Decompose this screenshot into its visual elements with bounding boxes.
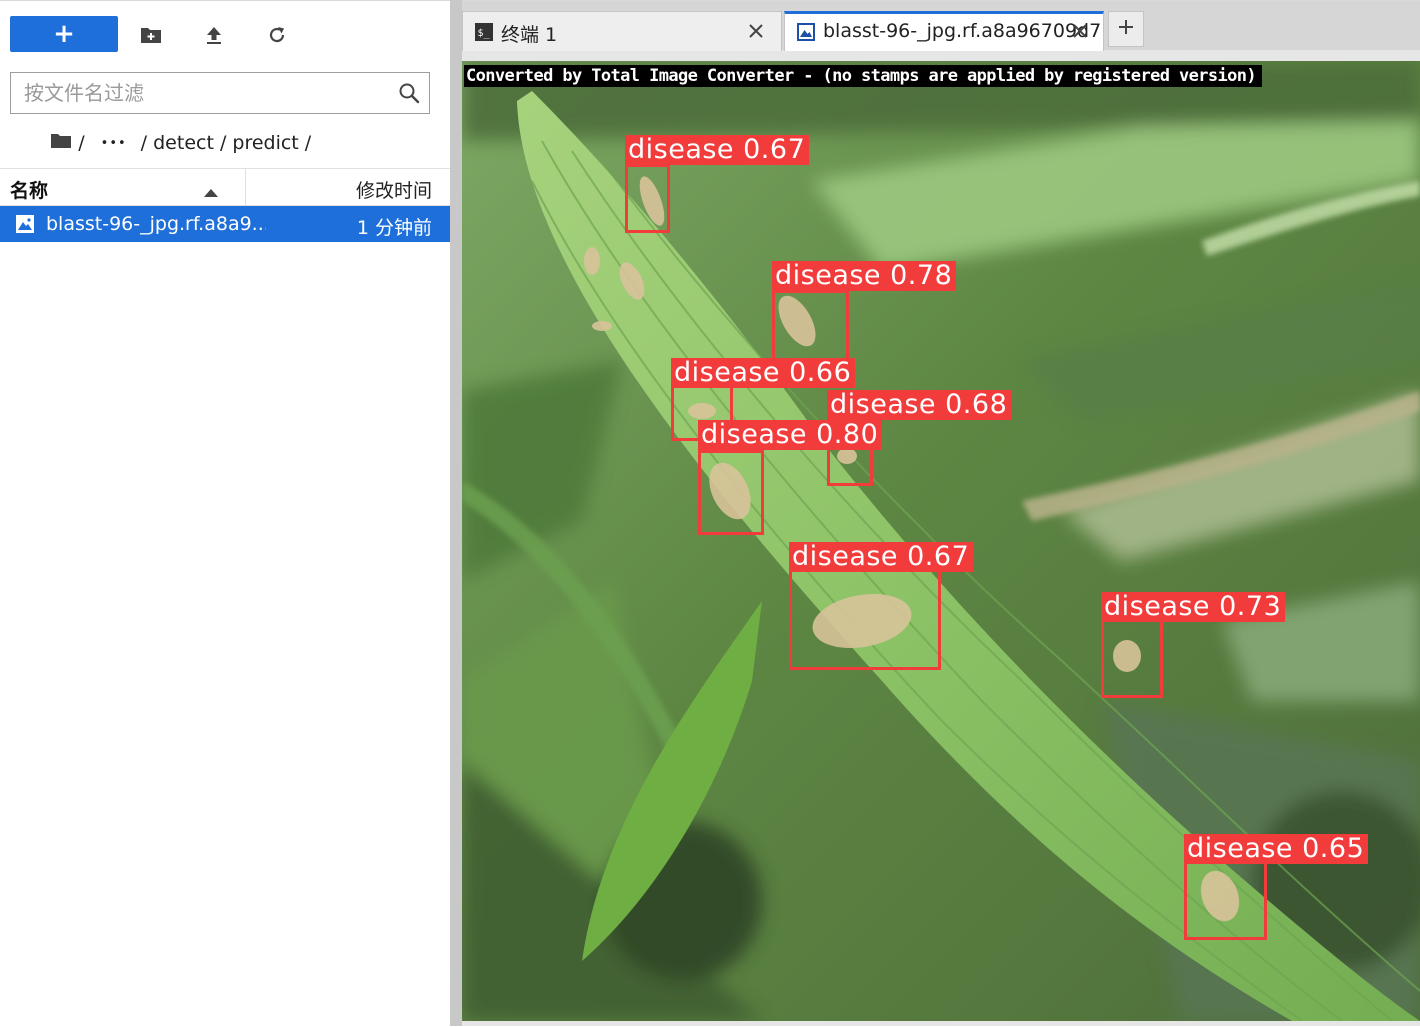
search-icon[interactable] — [398, 82, 420, 104]
tab-bar: $_ 终端 1 blasst-96-_jpg.rf.a8a96709d7 — [462, 0, 1420, 51]
close-icon[interactable] — [1071, 22, 1089, 40]
add-tab-button[interactable] — [1108, 11, 1144, 47]
filter-box — [10, 72, 430, 114]
watermark-banner: Converted by Total Image Converter - (no… — [464, 65, 1263, 87]
svg-text:$_: $_ — [478, 28, 491, 39]
tab-terminal[interactable]: $_ 终端 1 — [462, 11, 782, 51]
detection-label: disease 0.66 — [671, 358, 856, 388]
file-list-header: 名称 修改时间 — [0, 168, 450, 206]
detection-label: disease 0.80 — [698, 420, 883, 450]
image-viewer[interactable]: Converted by Total Image Converter - (no… — [462, 61, 1420, 1021]
detection-box — [1101, 619, 1163, 698]
filter-input[interactable] — [11, 73, 391, 113]
tab-terminal-label: 终端 1 — [501, 24, 558, 46]
detection-box — [698, 450, 764, 535]
detection-label: disease 0.68 — [827, 390, 1012, 420]
image-file-icon — [16, 215, 34, 233]
file-name: blasst-96-_jpg.rf.a8a9... — [46, 213, 266, 235]
detection-box — [1184, 861, 1267, 940]
column-modified[interactable]: 修改时间 — [356, 176, 432, 203]
terminal-icon: $_ — [475, 23, 493, 41]
new-folder-icon[interactable] — [139, 23, 163, 47]
breadcrumb-path[interactable]: / detect / predict / — [141, 132, 312, 154]
breadcrumb: / ••• / detect / predict / — [14, 129, 311, 157]
detection-box — [772, 290, 849, 361]
file-browser-toolbar: + — [0, 1, 450, 65]
upload-icon[interactable] — [202, 23, 226, 47]
file-list-item[interactable]: blasst-96-_jpg.rf.a8a9... 1 分钟前 — [0, 206, 450, 242]
detection-label: disease 0.67 — [625, 135, 810, 165]
file-modified: 1 分钟前 — [356, 217, 432, 239]
detection-label: disease 0.65 — [1184, 834, 1369, 864]
main-area: $_ 终端 1 blasst-96-_jpg.rf.a8a96709d7 Con… — [462, 0, 1420, 1026]
new-launcher-button[interactable]: + — [10, 16, 118, 52]
breadcrumb-ellipsis[interactable]: ••• — [101, 136, 127, 151]
breadcrumb-root[interactable]: / — [78, 132, 84, 154]
detection-label: disease 0.67 — [789, 542, 974, 572]
panel-splitter[interactable] — [450, 0, 462, 1026]
column-name[interactable]: 名称 — [10, 176, 48, 203]
file-browser-panel: + 按文件名过滤 / ••• / detect / predict / 名称 修… — [0, 0, 450, 1027]
folder-icon[interactable] — [14, 110, 72, 176]
column-separator[interactable] — [245, 169, 246, 205]
tab-image-label: blasst-96-_jpg.rf.a8a96709d7 — [823, 20, 1102, 42]
detection-label: disease 0.78 — [772, 261, 957, 291]
detection-box — [789, 569, 941, 670]
image-file-icon — [797, 23, 815, 41]
tab-image[interactable]: blasst-96-_jpg.rf.a8a96709d7 — [784, 11, 1104, 51]
new-launcher-label: + — [53, 19, 75, 49]
sort-ascending-icon — [204, 182, 218, 201]
plus-icon — [1118, 19, 1134, 39]
detection-box — [625, 164, 670, 233]
close-icon[interactable] — [747, 22, 765, 40]
detection-label: disease 0.73 — [1101, 592, 1286, 622]
refresh-icon[interactable] — [265, 23, 289, 47]
